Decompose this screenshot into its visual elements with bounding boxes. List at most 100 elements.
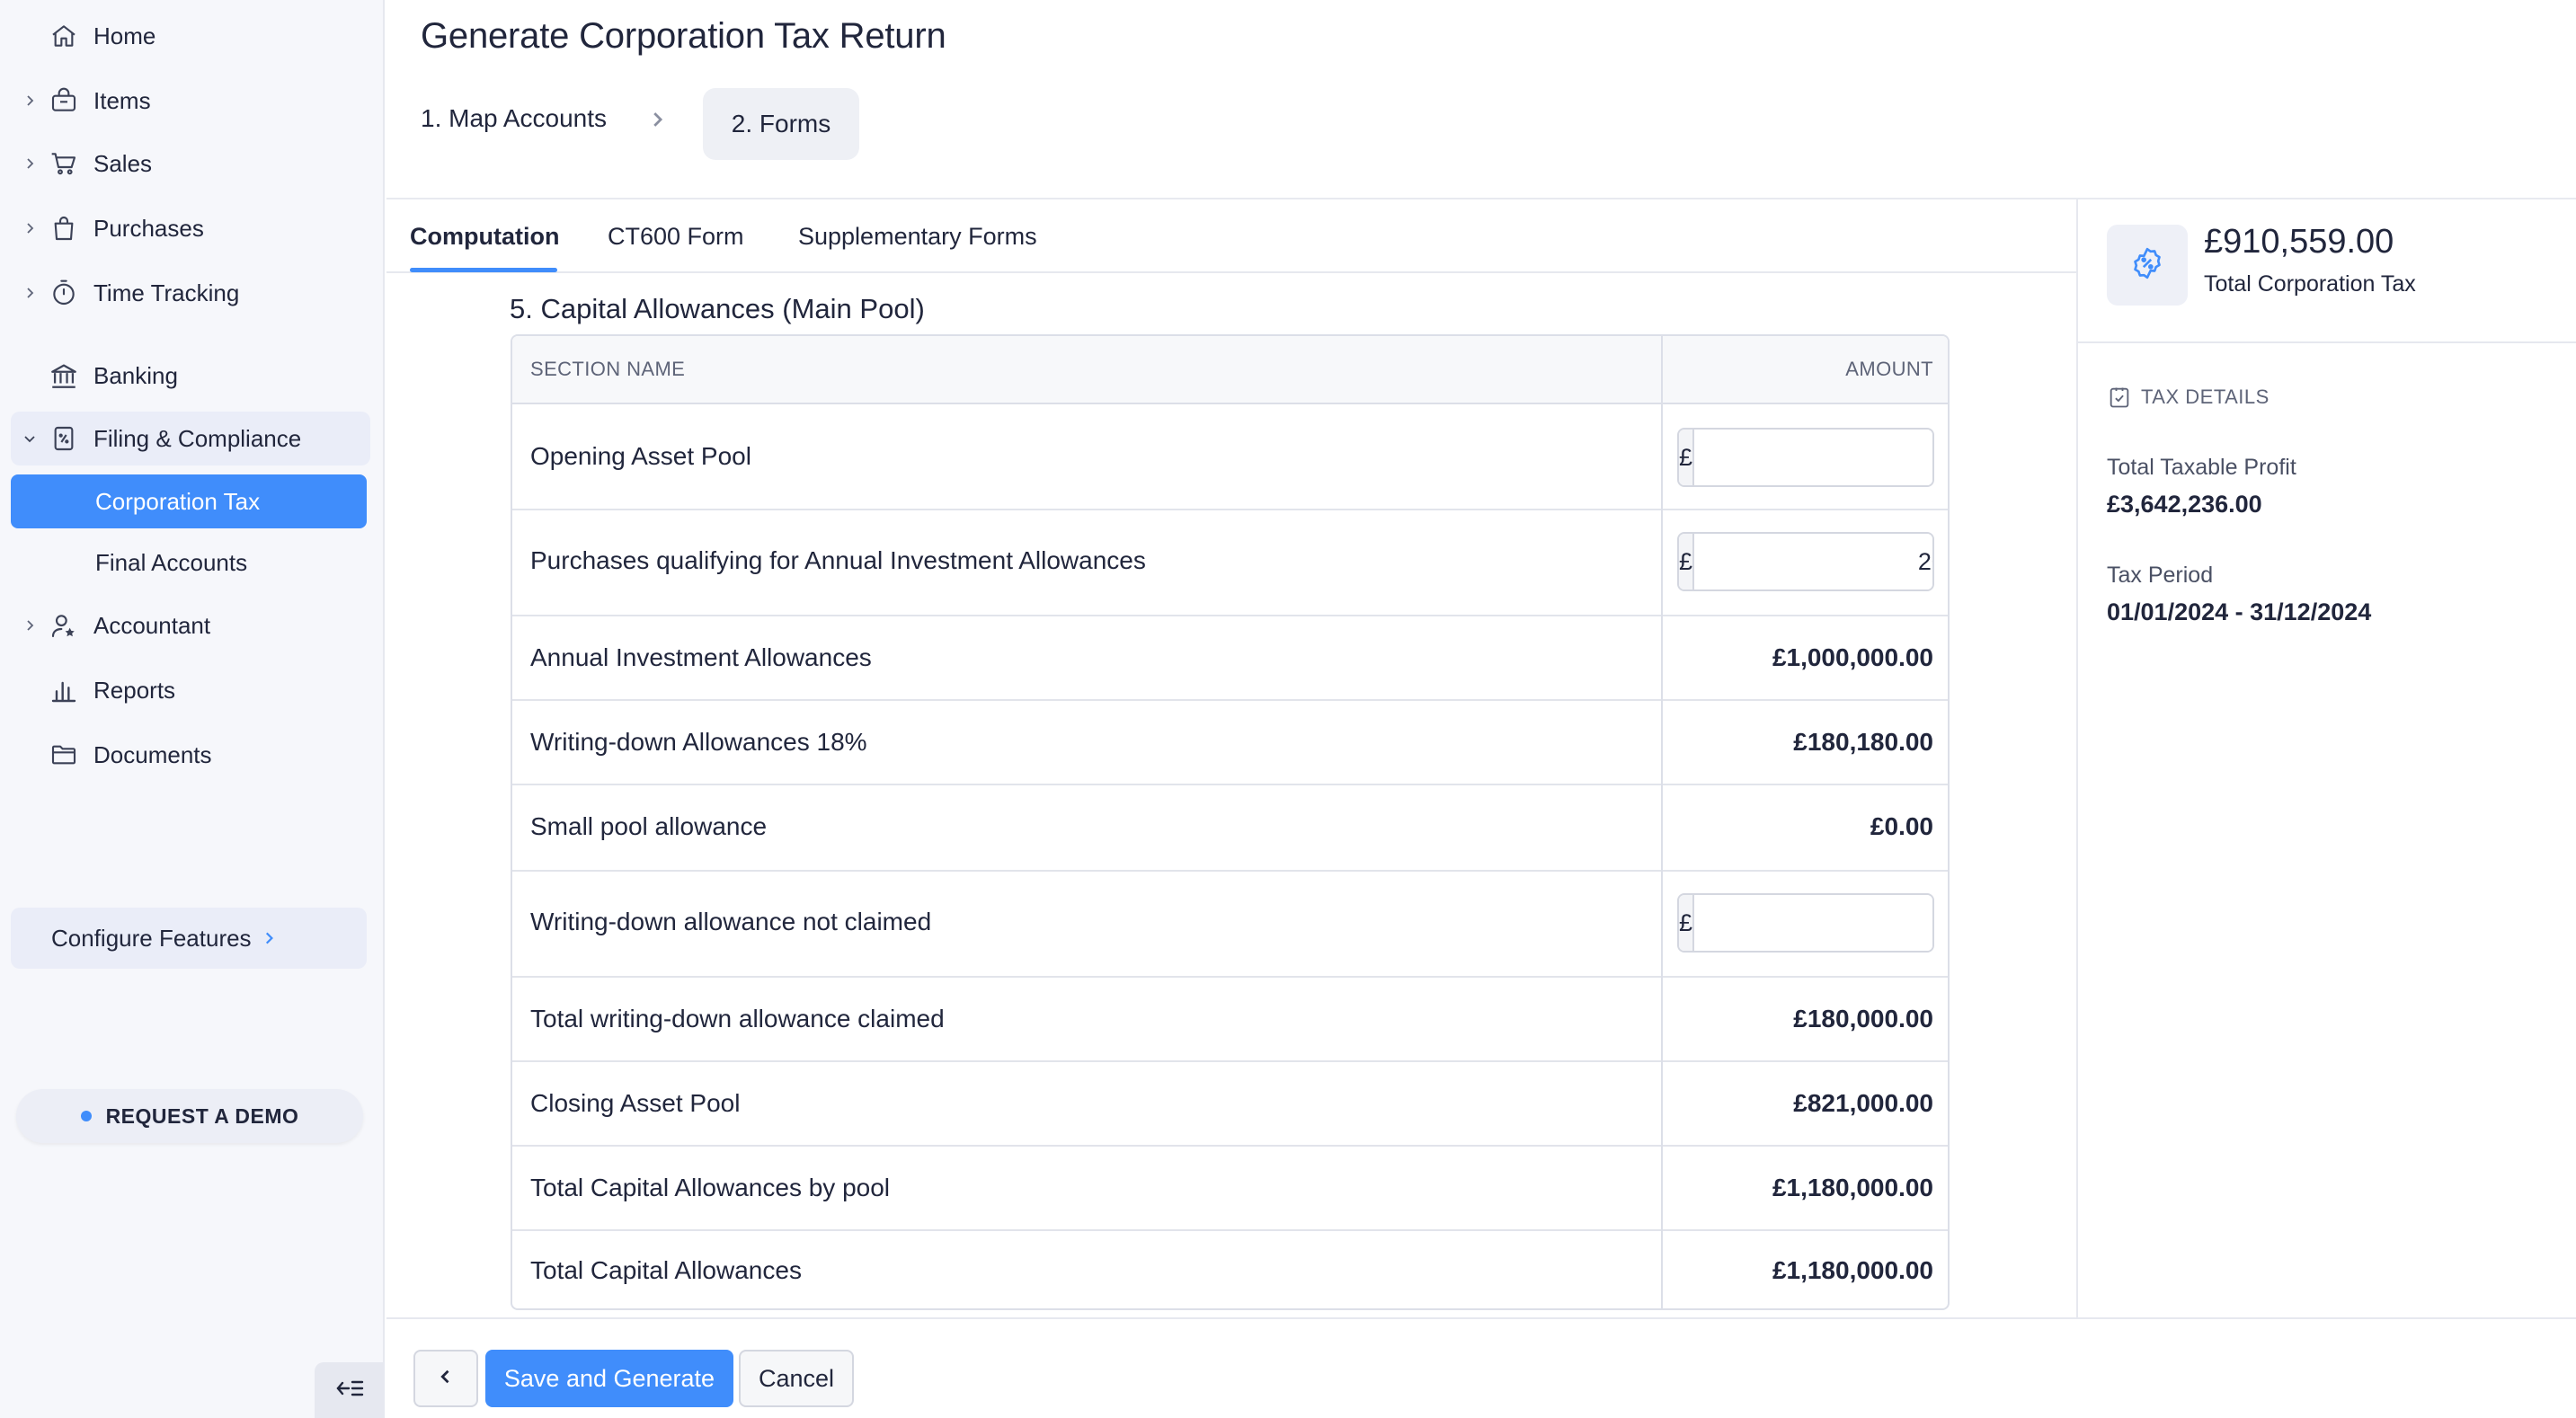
- step-map-accounts[interactable]: 1. Map Accounts: [421, 104, 607, 133]
- sidebar-item-time-tracking[interactable]: Time Tracking: [11, 266, 370, 320]
- chevron-down-icon[interactable]: [20, 429, 40, 448]
- table-row: Closing Asset Pool £821,000.00: [512, 1062, 1948, 1147]
- chevron-right-icon[interactable]: [20, 283, 40, 303]
- sidebar-item-accountant[interactable]: Accountant: [11, 598, 370, 652]
- chevron-right-icon[interactable]: [20, 218, 40, 238]
- folder-icon: [47, 738, 81, 772]
- chevron-right-icon[interactable]: [20, 616, 40, 635]
- sidebar: Home Items Sales Purchases Time Tracking: [0, 0, 385, 1418]
- wda-not-claimed-input[interactable]: [1694, 895, 1932, 951]
- sidebar-item-label: Purchases: [93, 214, 204, 242]
- bank-icon: [47, 359, 81, 393]
- chevron-right-icon: [647, 110, 667, 134]
- collapse-sidebar-button[interactable]: [315, 1362, 385, 1418]
- row-label: Purchases qualifying for Annual Investme…: [530, 546, 1146, 574]
- column-header-section-name: SECTION NAME: [530, 358, 686, 380]
- row-label: Small pool allowance: [530, 812, 768, 840]
- sidebar-item-label: Filing & Compliance: [93, 424, 302, 452]
- table-row: Writing-down Allowances 18% £180,180.00: [512, 701, 1948, 785]
- row-label: Opening Asset Pool: [530, 442, 751, 470]
- chevron-left-icon: [437, 1368, 455, 1390]
- sidebar-item-purchases[interactable]: Purchases: [11, 201, 370, 255]
- step-forms[interactable]: 2. Forms: [703, 88, 859, 160]
- currency-prefix: £: [1679, 430, 1695, 485]
- sidebar-item-items[interactable]: Items: [11, 74, 370, 128]
- cancel-button[interactable]: Cancel: [739, 1350, 854, 1407]
- sidebar-subitem-corporation-tax[interactable]: Corporation Tax: [11, 474, 367, 528]
- table-row: Small pool allowance £0.00: [512, 785, 1948, 872]
- tax-badge: [2107, 225, 2188, 306]
- capital-allowances-table: SECTION NAME AMOUNT Opening Asset Pool £…: [511, 334, 1950, 1310]
- row-amount: £180,000.00: [1793, 1005, 1933, 1032]
- sidebar-item-documents[interactable]: Documents: [11, 728, 370, 782]
- filing-icon: [47, 421, 81, 456]
- amount-input-group: £: [1677, 532, 1934, 591]
- footer-actions: Save and Generate Cancel: [386, 1317, 2576, 1418]
- sidebar-item-label: Documents: [93, 740, 212, 768]
- tax-period-label: Tax Period: [2107, 563, 2214, 588]
- row-label: Writing-down allowance not claimed: [530, 908, 932, 935]
- tax-details-heading-label: TAX DETAILS: [2141, 386, 2270, 408]
- tab-computation[interactable]: Computation: [410, 223, 559, 251]
- basket-icon: [47, 84, 81, 118]
- total-corporation-tax-amount: £910,559.00: [2204, 223, 2394, 261]
- sidebar-item-label: Accountant: [93, 611, 211, 639]
- sidebar-item-label: Home: [93, 22, 156, 49]
- page-title: Generate Corporation Tax Return: [421, 16, 946, 56]
- sidebar-item-home[interactable]: Home: [11, 9, 370, 63]
- amount-input-group: £: [1677, 428, 1934, 487]
- row-label: Writing-down Allowances 18%: [530, 728, 867, 756]
- row-label: Annual Investment Allowances: [530, 643, 872, 671]
- taxable-profit-value: £3,642,236.00: [2107, 491, 2262, 518]
- row-label: Closing Asset Pool: [530, 1089, 741, 1117]
- sidebar-item-label: Time Tracking: [93, 279, 240, 306]
- column-header-amount: AMOUNT: [1845, 358, 1933, 380]
- chevron-right-icon: [261, 930, 277, 946]
- table-header: SECTION NAME AMOUNT: [512, 336, 1948, 404]
- opening-asset-pool-input[interactable]: [1694, 430, 1932, 485]
- checklist-icon: [2107, 385, 2132, 410]
- tax-summary-panel: £910,559.00 Total Corporation Tax TAX DE…: [2076, 199, 2576, 1319]
- home-icon: [47, 19, 81, 53]
- chevron-right-icon[interactable]: [20, 91, 40, 111]
- taxable-profit-label: Total Taxable Profit: [2107, 455, 2296, 480]
- sidebar-subitem-final-accounts[interactable]: Final Accounts: [11, 536, 367, 589]
- status-dot: [80, 1111, 92, 1121]
- table-row: Opening Asset Pool £: [512, 404, 1948, 510]
- sidebar-item-label: Banking: [93, 361, 178, 389]
- request-demo-button[interactable]: REQUEST A DEMO: [16, 1089, 363, 1143]
- sidebar-item-sales[interactable]: Sales: [11, 137, 370, 191]
- tab-bar: Computation CT600 Form Supplementary For…: [386, 199, 2076, 273]
- percent-badge-icon: [2129, 245, 2165, 286]
- back-button[interactable]: [413, 1350, 478, 1407]
- active-tab-indicator: [410, 268, 557, 272]
- amount-input-group: £: [1677, 893, 1934, 953]
- table-row: Total Capital Allowances by pool £1,180,…: [512, 1147, 1948, 1231]
- tax-details-heading: TAX DETAILS: [2107, 385, 2270, 410]
- request-demo-label: REQUEST A DEMO: [105, 1103, 299, 1128]
- tab-supplementary-forms[interactable]: Supplementary Forms: [798, 223, 1037, 251]
- tax-period-value: 01/01/2024 - 31/12/2024: [2107, 598, 2372, 625]
- accountant-icon: [47, 608, 81, 643]
- table-row: Total writing-down allowance claimed £18…: [512, 978, 1948, 1062]
- row-amount: £1,180,000.00: [1772, 1174, 1933, 1201]
- row-label: Total Capital Allowances: [530, 1256, 802, 1284]
- sidebar-item-filing-compliance[interactable]: Filing & Compliance: [11, 412, 370, 465]
- collapse-sidebar-icon: [334, 1377, 365, 1405]
- row-amount: £0.00: [1870, 812, 1933, 840]
- reports-icon: [47, 673, 81, 707]
- currency-prefix: £: [1679, 534, 1695, 589]
- sidebar-item-banking[interactable]: Banking: [11, 349, 370, 403]
- save-and-generate-button[interactable]: Save and Generate: [485, 1350, 733, 1407]
- table-row: Writing-down allowance not claimed £: [512, 872, 1948, 978]
- tab-ct600-form[interactable]: CT600 Form: [608, 223, 744, 251]
- section-title: 5. Capital Allowances (Main Pool): [510, 293, 925, 324]
- row-amount: £821,000.00: [1793, 1089, 1933, 1117]
- aia-purchases-input[interactable]: [1694, 534, 1932, 589]
- bag-icon: [47, 211, 81, 245]
- row-amount: £1,180,000.00: [1772, 1256, 1933, 1284]
- configure-features-label: Configure Features: [51, 924, 252, 952]
- configure-features-button[interactable]: Configure Features: [11, 908, 367, 969]
- sidebar-item-reports[interactable]: Reports: [11, 663, 370, 717]
- chevron-right-icon[interactable]: [20, 154, 40, 173]
